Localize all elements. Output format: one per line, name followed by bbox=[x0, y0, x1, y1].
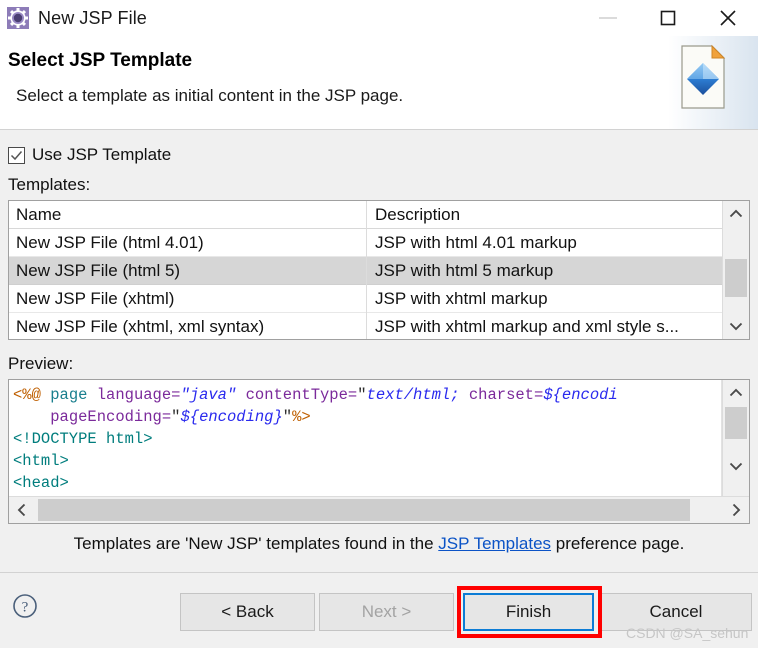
chevron-right-icon[interactable] bbox=[723, 497, 749, 523]
close-icon[interactable] bbox=[698, 0, 758, 36]
minimize-icon[interactable] bbox=[578, 0, 638, 36]
code-token: language bbox=[97, 386, 171, 404]
help-circle-icon[interactable]: ? bbox=[12, 593, 38, 619]
preview-label: Preview: bbox=[8, 354, 73, 374]
templates-label: Templates: bbox=[8, 175, 90, 195]
code-token: " bbox=[283, 408, 292, 426]
code-token bbox=[236, 386, 245, 404]
chevron-down-icon[interactable] bbox=[723, 453, 749, 479]
watermark: CSDN @SA_sehun bbox=[626, 625, 748, 641]
chevron-down-icon[interactable] bbox=[723, 313, 749, 339]
check-icon bbox=[10, 149, 23, 162]
code-token: = bbox=[162, 408, 171, 426]
cell-name: New JSP File (html 5) bbox=[9, 257, 367, 285]
code-token: %> bbox=[292, 408, 311, 426]
code-line: <%@ page language="java" contentType="te… bbox=[13, 384, 721, 406]
next-button: Next > bbox=[319, 593, 454, 631]
use-jsp-template-label: Use JSP Template bbox=[32, 145, 171, 165]
code-token: <%@ bbox=[13, 386, 50, 404]
cell-name: New JSP File (html 4.01) bbox=[9, 229, 367, 257]
table-row[interactable]: New JSP File (html 5) JSP with html 5 ma… bbox=[9, 257, 722, 285]
scrollbar-thumb[interactable] bbox=[725, 259, 747, 297]
code-token: <!DOCTYPE html> bbox=[13, 430, 153, 448]
template-preview[interactable]: <%@ page language="java" contentType="te… bbox=[8, 379, 750, 524]
svg-text:?: ? bbox=[22, 600, 29, 616]
jsp-gear-icon bbox=[7, 7, 29, 29]
window-controls bbox=[578, 0, 758, 36]
code-token: <head> bbox=[13, 474, 69, 492]
code-line: <html> bbox=[13, 450, 721, 472]
code-line: <head> bbox=[13, 472, 721, 494]
footnote-after: preference page. bbox=[551, 534, 684, 553]
finish-button[interactable]: Finish bbox=[463, 593, 594, 631]
table-vertical-scrollbar[interactable] bbox=[722, 201, 749, 339]
chevron-up-icon[interactable] bbox=[723, 201, 749, 227]
code-token: contentType bbox=[246, 386, 348, 404]
code-token: <html> bbox=[13, 452, 69, 470]
code-line: <!DOCTYPE html> bbox=[13, 428, 721, 450]
code-token: ${encodi bbox=[543, 386, 617, 404]
code-token: = bbox=[348, 386, 357, 404]
code-token: charset bbox=[469, 386, 534, 404]
new-jsp-file-dialog: New JSP File Select JSP Template Select … bbox=[0, 0, 758, 648]
cell-description: JSP with xhtml markup and xml style s... bbox=[367, 313, 722, 340]
code-line: pageEncoding="${encoding}"%> bbox=[13, 406, 721, 428]
jsp-templates-link[interactable]: JSP Templates bbox=[438, 534, 551, 553]
page-title: Select JSP Template bbox=[8, 50, 192, 72]
column-header-name[interactable]: Name bbox=[9, 201, 367, 229]
preview-vertical-scrollbar[interactable] bbox=[722, 380, 749, 496]
cell-description: JSP with html 5 markup bbox=[367, 257, 722, 285]
back-button[interactable]: < Back bbox=[180, 593, 315, 631]
jsp-page-wizard-icon bbox=[668, 36, 758, 129]
footnote: Templates are 'New JSP' templates found … bbox=[0, 534, 758, 554]
preview-horizontal-scrollbar[interactable] bbox=[9, 496, 749, 523]
templates-table-body[interactable]: Name Description New JSP File (html 4.01… bbox=[9, 201, 722, 339]
scrollbar-thumb[interactable] bbox=[725, 407, 747, 439]
window-title: New JSP File bbox=[38, 8, 147, 29]
use-jsp-template-checkbox[interactable]: Use JSP Template bbox=[8, 145, 171, 165]
code-token: text/html; bbox=[367, 386, 469, 404]
page-subtitle: Select a template as initial content in … bbox=[16, 86, 403, 106]
scrollbar-thumb[interactable] bbox=[38, 499, 690, 521]
checkbox-box[interactable] bbox=[8, 147, 25, 164]
code-token: "java" bbox=[180, 386, 236, 404]
cell-name: New JSP File (xhtml) bbox=[9, 285, 367, 313]
maximize-icon[interactable] bbox=[638, 0, 698, 36]
templates-table[interactable]: Name Description New JSP File (html 4.01… bbox=[8, 200, 750, 340]
chevron-up-icon[interactable] bbox=[723, 380, 749, 406]
cell-description: JSP with xhtml markup bbox=[367, 285, 722, 313]
code-token: page bbox=[50, 386, 97, 404]
cell-description: JSP with html 4.01 markup bbox=[367, 229, 722, 257]
wizard-header: Select JSP Template Select a template as… bbox=[0, 36, 758, 130]
column-header-description[interactable]: Description bbox=[367, 201, 722, 229]
title-bar: New JSP File bbox=[0, 0, 758, 36]
preview-top: <%@ page language="java" contentType="te… bbox=[9, 380, 749, 496]
table-row[interactable]: New JSP File (xhtml, xml syntax) JSP wit… bbox=[9, 313, 722, 339]
table-row[interactable]: New JSP File (xhtml) JSP with xhtml mark… bbox=[9, 285, 722, 313]
code-token: = bbox=[534, 386, 543, 404]
cell-name: New JSP File (xhtml, xml syntax) bbox=[9, 313, 367, 340]
chevron-left-icon[interactable] bbox=[9, 497, 35, 523]
code-token: " bbox=[357, 386, 366, 404]
code-token: ${encoding} bbox=[180, 408, 282, 426]
footnote-before: Templates are 'New JSP' templates found … bbox=[74, 534, 439, 553]
preview-code[interactable]: <%@ page language="java" contentType="te… bbox=[9, 380, 722, 496]
code-token bbox=[13, 408, 50, 426]
dialog-body: Use JSP Template Templates: Name Descrip… bbox=[0, 130, 758, 572]
code-token: pageEncoding bbox=[50, 408, 162, 426]
table-row[interactable]: New JSP File (html 4.01) JSP with html 4… bbox=[9, 229, 722, 257]
table-header-row: Name Description bbox=[9, 201, 722, 229]
